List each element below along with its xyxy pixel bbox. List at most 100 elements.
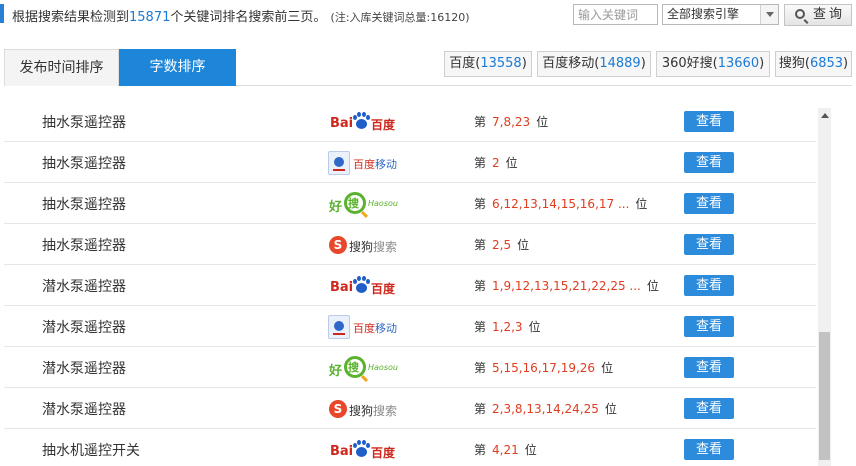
- rank-prefix: 第: [474, 279, 487, 293]
- rank-positions: 1,9,12,13,15,21,22,25 ...: [492, 279, 641, 293]
- sogou-icon: S 搜狗搜索: [326, 396, 406, 422]
- tab-sort-by-time[interactable]: 发布时间排序: [4, 49, 119, 86]
- engine-filter-360[interactable]: 360好搜(13660): [656, 51, 770, 77]
- engine-select-value: 全部搜索引擎: [667, 7, 740, 21]
- rank-suffix: 位: [524, 443, 537, 457]
- keyword-cell: 潜水泵遥控器: [42, 320, 126, 336]
- engine-filter-count: 14889: [599, 56, 641, 71]
- rank-positions: 6,12,13,14,15,16,17 ...: [492, 197, 630, 211]
- view-button[interactable]: 查看: [684, 398, 734, 419]
- sogou-logo-text: 搜狗搜索: [349, 240, 398, 254]
- paw-icon: [353, 440, 370, 458]
- baidu-mobile-logo-text: 百度移动: [353, 158, 397, 171]
- engine-filter-name: 百度移动: [542, 56, 595, 71]
- rank-positions: 2,5: [492, 238, 512, 252]
- phone-icon: [328, 151, 350, 175]
- rank-cell: 第 7,8,23 位: [474, 113, 548, 130]
- rank-cell: 第 1,2,3 位: [474, 318, 541, 335]
- baidu-logo-cn: 百度: [371, 446, 396, 460]
- view-button[interactable]: 查看: [684, 193, 734, 214]
- rank-cell: 第 2,5 位: [474, 236, 529, 253]
- rank-prefix: 第: [474, 402, 487, 416]
- magnifier-icon: 搜: [344, 356, 366, 378]
- engine-filter-baidu-mobile[interactable]: 百度移动(14889): [537, 51, 651, 77]
- baidu-logo-text: Bai: [330, 280, 354, 295]
- chevron-down-icon[interactable]: [760, 5, 778, 24]
- query-button[interactable]: 查询: [784, 4, 852, 26]
- keyword-cell: 潜水泵遥控器: [42, 402, 126, 418]
- magnifier-icon: 搜: [344, 192, 366, 214]
- sogou-logo-text: 搜狗搜索: [349, 404, 398, 418]
- rank-positions: 2,3,8,13,14,24,25: [492, 402, 599, 416]
- engine-filter-name: 搜狗: [778, 56, 805, 71]
- rank-prefix: 第: [474, 115, 487, 129]
- rank-cell: 第 5,15,16,17,19,26 位: [474, 359, 613, 376]
- keyword-cell: 潜水泵遥控器: [42, 361, 126, 377]
- haosou-icon: 好搜 Haosou: [326, 355, 406, 381]
- sogou-mark-icon: S: [329, 400, 347, 418]
- rank-suffix: 位: [517, 238, 530, 252]
- rank-cell: 第 6,12,13,14,15,16,17 ... 位: [474, 195, 647, 212]
- engine-filter-sogou[interactable]: 搜狗(6853): [775, 51, 852, 77]
- engine-filter-baidu[interactable]: 百度(13558): [444, 51, 532, 77]
- query-button-label: 查询: [813, 7, 846, 22]
- rank-positions: 4,21: [492, 443, 519, 457]
- haosou-logo-cn: 好: [329, 364, 343, 379]
- rank-positions: 5,15,16,17,19,26: [492, 361, 596, 375]
- baidu-logo-text: Bai: [330, 444, 354, 459]
- engine-filter-count: 13660: [717, 56, 760, 71]
- table-row: 抽水泵遥控器 S 搜狗搜索 第 2,5 位 查看: [4, 224, 816, 265]
- engine-filter-count: 13558: [480, 56, 522, 71]
- view-button[interactable]: 查看: [684, 152, 734, 173]
- keyword-cell: 抽水泵遥控器: [42, 238, 126, 254]
- rank-positions: 2: [492, 156, 500, 170]
- haosou-logo-en: Haosou: [368, 199, 398, 208]
- rank-prefix: 第: [474, 320, 487, 334]
- view-button[interactable]: 查看: [684, 111, 734, 132]
- baidu-logo-cn: 百度: [371, 282, 396, 296]
- rank-cell: 第 4,21 位: [474, 441, 537, 458]
- summary-bar: 根据搜索结果检测到15871个关键词排名搜索前三页。 (注:入库关键词总量:16…: [0, 0, 856, 30]
- tab-sort-by-words[interactable]: 字数排序: [119, 49, 236, 86]
- rank-prefix: 第: [474, 238, 487, 252]
- view-button[interactable]: 查看: [684, 316, 734, 337]
- keyword-cell: 抽水机遥控开关: [42, 443, 140, 459]
- scroll-up-icon[interactable]: [818, 108, 831, 122]
- rank-prefix: 第: [474, 361, 487, 375]
- rank-suffix: 位: [646, 279, 659, 293]
- baidu-logo-text: Bai: [330, 116, 354, 131]
- rank-prefix: 第: [474, 156, 487, 170]
- table-row: 抽水泵遥控器 好搜 Haosou 第 6,12,13,14,15,16,17 ... 位 查…: [4, 183, 816, 224]
- accent-bar: [0, 4, 4, 23]
- baidu-mobile-icon: 百度移动: [326, 314, 406, 340]
- view-button[interactable]: 查看: [684, 439, 734, 460]
- summary-suffix: 个关键词排名搜索前三页。: [170, 10, 327, 25]
- view-button[interactable]: 查看: [684, 234, 734, 255]
- sort-tabbar: 发布时间排序 字数排序 百度(13558) 百度移动(14889) 360好搜(…: [4, 49, 852, 86]
- keyword-search-input[interactable]: [573, 4, 658, 25]
- summary-note: (注:入库关键词总量:16120): [330, 11, 470, 24]
- scrollbar-thumb[interactable]: [819, 332, 830, 460]
- engine-filter-count: 6853: [809, 56, 844, 71]
- scrollbar[interactable]: [818, 108, 831, 466]
- keyword-cell: 抽水泵遥控器: [42, 115, 126, 131]
- baidu-icon: Bai 百度: [326, 437, 406, 463]
- sogou-icon: S 搜狗搜索: [326, 232, 406, 258]
- summary-text: 根据搜索结果检测到15871个关键词排名搜索前三页。 (注:入库关键词总量:16…: [12, 6, 470, 25]
- paw-icon: [353, 112, 370, 130]
- rank-suffix: 位: [635, 197, 648, 211]
- haosou-logo-en: Haosou: [368, 363, 398, 372]
- rank-prefix: 第: [474, 443, 487, 457]
- engine-filter-name: 360好搜: [661, 56, 713, 71]
- table-row: 抽水泵遥控器 Bai 百度 第 7,8,23 位 查看: [4, 101, 816, 142]
- keyword-cell: 抽水泵遥控器: [42, 156, 126, 172]
- view-button[interactable]: 查看: [684, 275, 734, 296]
- rank-suffix: 位: [505, 156, 518, 170]
- rank-cell: 第2位: [474, 154, 518, 171]
- rank-suffix: 位: [604, 402, 617, 416]
- engine-select[interactable]: 全部搜索引擎: [662, 4, 779, 25]
- table-row: 潜水泵遥控器 S 搜狗搜索 第 2,3,8,13,14,24,25 位 查看: [4, 388, 816, 429]
- table-row: 潜水泵遥控器 百度移动 第 1,2,3 位 查看: [4, 306, 816, 347]
- keyword-count: 15871: [129, 10, 171, 25]
- view-button[interactable]: 查看: [684, 357, 734, 378]
